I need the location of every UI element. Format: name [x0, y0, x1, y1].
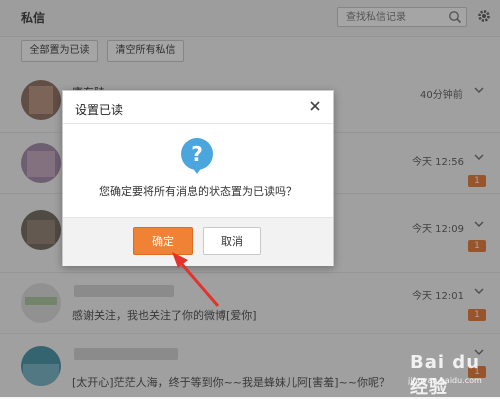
- annotation-arrow: [172, 252, 220, 307]
- watermark-url: jingyan.baidu.com: [408, 376, 482, 385]
- baidu-watermark: Bai du 经验 jingyan.baidu.com: [380, 350, 498, 398]
